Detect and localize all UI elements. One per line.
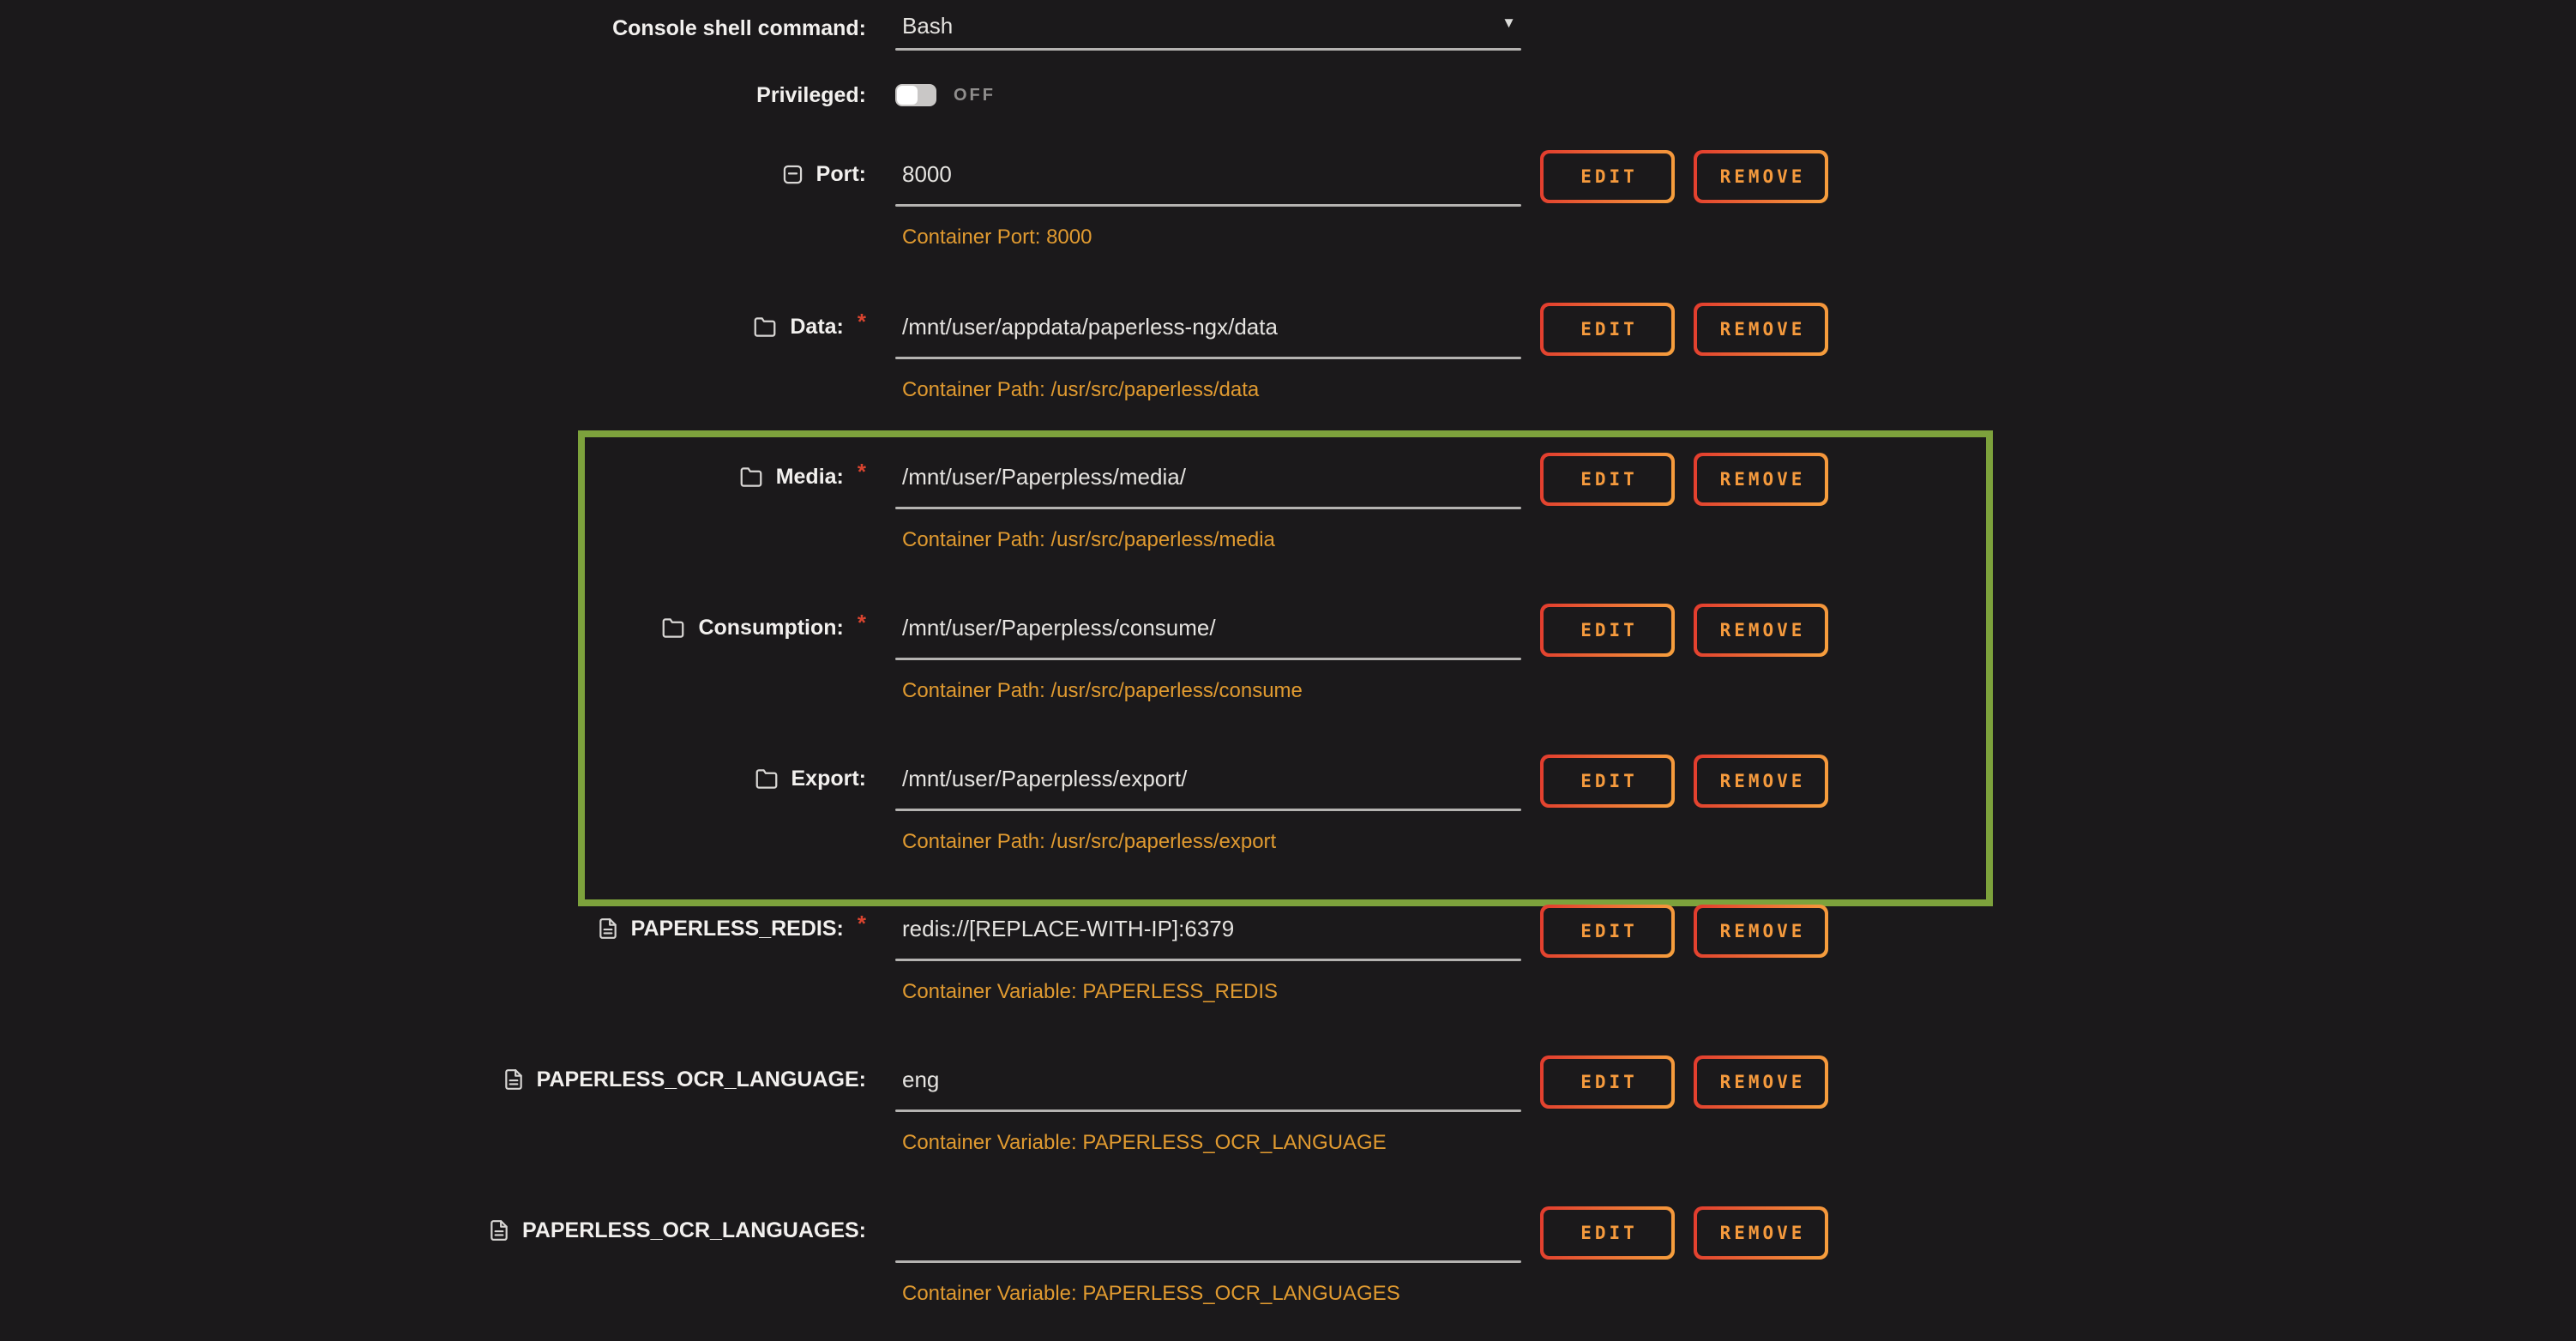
paperless-ocr-languages-label: PAPERLESS_OCR_LANGUAGES: [522,1209,866,1252]
paperless-ocr-languages-input[interactable] [895,1209,1521,1252]
data-input[interactable]: /mnt/user/appdata/paperless-ngx/data [895,305,1521,348]
remove-button[interactable]: REMOVE [1694,755,1828,808]
edit-button[interactable]: EDIT [1540,1055,1675,1109]
paperless-redis-input[interactable]: redis://[REPLACE-WITH-IP]:6379 [895,907,1521,950]
caret-down-icon: ▼ [1502,15,1516,30]
container-path-hint: Container Path: /usr/src/paperless/media [895,523,1521,557]
paperless-ocr-language-input[interactable]: eng [895,1058,1521,1101]
privileged-toggle[interactable] [895,84,936,106]
container-path-hint: Container Path: /usr/src/paperless/data [895,373,1521,407]
port-label: Port: [816,153,866,195]
input-underline [895,48,1521,51]
container-port-hint: Container Port: 8000 [895,220,1521,255]
input-underline [895,1260,1521,1263]
toggle-knob [897,86,918,105]
row-data: Data: * /mnt/user/appdata/paperless-ngx/… [0,305,2576,407]
row-port: Port: 8000 Container Port: 8000 EDIT REM… [0,153,2576,255]
console-shell-command-select[interactable]: Bash ▼ [895,7,1521,51]
required-asterisk: * [858,601,866,644]
edit-button[interactable]: EDIT [1540,604,1675,657]
row-media: Media: * /mnt/user/Paperpless/media/ Con… [0,455,2576,557]
input-underline [895,204,1521,207]
row-paperless-ocr-language: PAPERLESS_OCR_LANGUAGE: eng Container Va… [0,1058,2576,1160]
file-text-icon [597,916,619,941]
remove-button[interactable]: REMOVE [1694,1206,1828,1260]
edit-button[interactable]: EDIT [1540,453,1675,506]
edit-button[interactable]: EDIT [1540,755,1675,808]
remove-button[interactable]: REMOVE [1694,150,1828,203]
media-input[interactable]: /mnt/user/Paperpless/media/ [895,455,1521,498]
remove-button[interactable]: REMOVE [1694,905,1828,958]
remove-button[interactable]: REMOVE [1694,453,1828,506]
required-asterisk: * [858,902,866,945]
remove-button[interactable]: REMOVE [1694,604,1828,657]
console-shell-command-value[interactable]: Bash [895,7,1521,45]
port-input[interactable]: 8000 [895,153,1521,195]
input-underline [895,1109,1521,1112]
file-text-icon [488,1218,510,1243]
folder-icon [752,316,778,339]
folder-icon [660,616,686,640]
container-path-hint: Container Path: /usr/src/paperless/expor… [895,825,1521,859]
edit-button[interactable]: EDIT [1540,303,1675,356]
required-asterisk: * [858,300,866,343]
folder-icon [738,466,764,489]
edit-button[interactable]: EDIT [1540,1206,1675,1260]
input-underline [895,658,1521,660]
edit-button[interactable]: EDIT [1540,905,1675,958]
remove-button[interactable]: REMOVE [1694,303,1828,356]
paperless-redis-label: PAPERLESS_REDIS: [631,907,844,950]
paperless-ocr-language-label: PAPERLESS_OCR_LANGUAGE: [537,1058,866,1101]
input-underline [895,357,1521,359]
required-asterisk: * [858,450,866,493]
privileged-state-label: OFF [954,74,996,117]
remove-button[interactable]: REMOVE [1694,1055,1828,1109]
privileged-label: Privileged: [756,74,866,117]
container-variable-hint: Container Variable: PAPERLESS_OCR_LANGUA… [895,1126,1521,1160]
row-paperless-ocr-languages: PAPERLESS_OCR_LANGUAGES: Container Varia… [0,1209,2576,1311]
folder-icon [754,767,779,791]
input-underline [895,809,1521,811]
file-text-icon [503,1067,525,1092]
export-input[interactable]: /mnt/user/Paperpless/export/ [895,757,1521,800]
export-label: Export: [791,757,867,800]
port-icon [781,163,804,186]
row-export: Export: /mnt/user/Paperpless/export/ Con… [0,757,2576,859]
consumption-input[interactable]: /mnt/user/Paperpless/consume/ [895,606,1521,649]
data-label: Data: [790,305,844,348]
row-paperless-redis: PAPERLESS_REDIS: * redis://[REPLACE-WITH… [0,907,2576,1009]
input-underline [895,507,1521,509]
consumption-label: Consumption: [698,606,843,649]
container-path-hint: Container Path: /usr/src/paperless/consu… [895,674,1521,708]
console-shell-command-label: Console shell command: [612,7,866,50]
row-privileged: Privileged: OFF [0,74,2576,117]
edit-button[interactable]: EDIT [1540,150,1675,203]
row-consumption: Consumption: * /mnt/user/Paperpless/cons… [0,606,2576,708]
docker-template-settings-page: Console shell command: Bash ▼ Privileged… [0,0,2576,1341]
container-variable-hint: Container Variable: PAPERLESS_OCR_LANGUA… [895,1277,1521,1311]
container-variable-hint: Container Variable: PAPERLESS_REDIS [895,975,1521,1009]
row-console-shell-command: Console shell command: Bash ▼ [0,7,2576,51]
media-label: Media: [776,455,844,498]
input-underline [895,959,1521,961]
